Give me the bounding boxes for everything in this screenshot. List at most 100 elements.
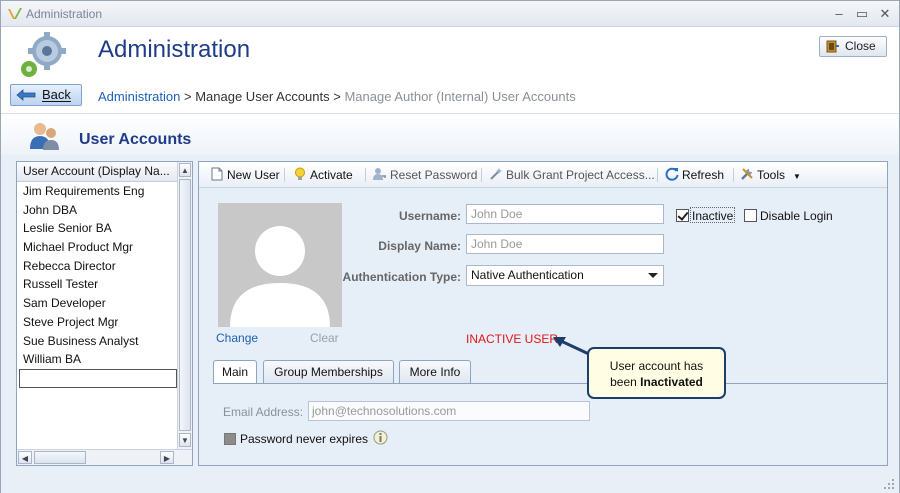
list-item[interactable]: Sam Developer [17,294,177,313]
reset-password-button[interactable]: Reset Password [373,167,477,185]
list-item[interactable]: Michael Product Mgr [17,238,177,257]
list-item-selected[interactable]: John Doe [19,368,177,388]
tab-more-info[interactable]: More Info [399,360,471,383]
avatar-silhouette-icon [230,226,330,327]
resize-grip-icon[interactable] [883,478,895,490]
minimize-icon[interactable]: – [830,5,848,23]
scroll-right-icon[interactable]: ▶ [160,451,174,464]
list-item[interactable]: Sue Business Analyst [17,332,177,351]
breadcrumb-current: Manage Author (Internal) User Accounts [344,89,576,104]
inactive-label[interactable]: Inactive [692,209,733,223]
breadcrumb-link-administration[interactable]: Administration [98,89,180,104]
email-address-input[interactable]: john@technosolutions.com [308,401,590,421]
info-icon[interactable] [373,430,388,445]
list-item[interactable]: Russell Tester [17,275,177,294]
window-titlebar: Administration – ▭ ✕ [1,1,899,27]
lightbulb-icon [295,167,305,180]
new-user-label: New User [227,168,280,182]
scroll-down-icon[interactable]: ▼ [179,433,191,447]
list-item[interactable]: Leslie Senior BA [17,219,177,238]
tools-menu-button[interactable]: Tools ▼ [740,167,801,185]
wand-icon [490,168,502,180]
display-name-label: Display Name: [378,239,461,253]
user-list-column-header[interactable]: User Account (Display Na... [17,162,177,182]
bulk-grant-project-access-button[interactable]: Bulk Grant Project Access... [489,167,655,185]
tab-strip-line [213,383,887,384]
list-item[interactable]: Rebecca Director [17,257,177,276]
gear-icon [21,32,66,77]
user-detail-panel: New User Activate Reset Password Bulk Gr… [198,161,888,466]
breadcrumb-separator: > [184,89,192,104]
app-logo-icon [8,8,22,19]
activate-button[interactable]: Activate [293,167,353,185]
section-header: User Accounts [1,113,899,155]
tools-icon [741,168,753,180]
tools-label: Tools [757,168,786,182]
activate-label: Activate [310,168,353,182]
toolbar: New User Activate Reset Password Bulk Gr… [199,162,887,188]
list-item[interactable]: William BA [17,350,177,369]
breadcrumb: Administration > Manage User Accounts > … [98,89,576,104]
email-address-label: Email Address: [223,405,304,419]
inactive-user-status: INACTIVE USER [466,332,559,346]
close-button-label: Close [845,39,876,53]
scroll-left-icon[interactable]: ◀ [18,451,32,464]
toolbar-divider [733,168,734,182]
user-key-icon [373,168,386,180]
maximize-icon[interactable]: ▭ [853,5,871,23]
tab-main[interactable]: Main [213,360,257,384]
close-door-icon [826,40,839,53]
scrollbar-thumb[interactable] [34,451,86,464]
username-input[interactable]: John Doe [466,204,664,224]
callout-line2-prefix: been [610,375,637,389]
application-window: Administration – ▭ ✕ Administration Clos… [0,0,900,493]
password-never-expires-label[interactable]: Password never expires [240,432,368,446]
user-list-vertical-scrollbar[interactable]: ▲ ▼ [177,162,192,449]
back-button[interactable]: Back [10,84,82,106]
list-item[interactable]: John DBA [17,201,177,220]
clear-photo-link[interactable]: Clear [310,331,339,345]
callout-line2: been Inactivated [589,374,724,390]
refresh-button[interactable]: Refresh [665,167,724,185]
callout-line1: User account has [609,359,704,373]
chevron-down-icon [648,273,658,278]
tab-group-memberships[interactable]: Group Memberships [263,360,394,383]
toolbar-divider [481,168,482,182]
toolbar-divider [365,168,366,182]
list-item[interactable]: Steve Project Mgr [17,313,177,332]
inactive-checkbox[interactable] [676,209,689,222]
chevron-down-icon: ▼ [793,172,801,181]
breadcrumb-manage-user-accounts[interactable]: Manage User Accounts [195,89,329,104]
callout-line2-bold: Inactivated [640,375,703,389]
disable-login-label[interactable]: Disable Login [760,209,833,223]
section-title: User Accounts [79,131,192,148]
content-area: User Account (Display Na... Jim Requirem… [1,155,899,493]
user-list: Jim Requirements Eng John DBA Leslie Sen… [17,182,177,388]
users-icon [30,123,59,150]
callout-note: User account has been Inactivated [587,347,726,399]
user-photo-placeholder [218,203,342,327]
close-window-icon[interactable]: ✕ [876,5,894,23]
change-photo-link[interactable]: Change [216,331,258,345]
breadcrumb-separator: > [333,89,341,104]
back-arrow-icon [16,89,36,101]
scroll-up-icon[interactable]: ▲ [179,163,191,177]
bulk-grant-label: Bulk Grant Project Access... [506,168,655,182]
refresh-icon [665,167,679,181]
scrollbar-thumb[interactable] [179,179,191,431]
new-user-button[interactable]: New User [210,167,280,185]
username-label: Username: [398,209,461,223]
user-list-horizontal-scrollbar[interactable]: ◀ ▶ [17,449,192,465]
window-title: Administration [26,7,103,21]
password-never-expires-checkbox[interactable] [224,433,236,445]
authentication-type-label: Authentication Type: [342,270,461,284]
page-title: Administration [98,36,251,63]
page-header: Administration Close Back Administration… [1,28,899,113]
toolbar-divider [657,168,658,182]
display-name-input[interactable]: John Doe [466,234,664,254]
authentication-type-select[interactable]: Native Authentication [466,265,664,286]
reset-password-label: Reset Password [390,168,478,182]
list-item[interactable]: Jim Requirements Eng [17,182,177,201]
close-button[interactable]: Close [819,36,887,57]
disable-login-checkbox[interactable] [744,209,757,222]
